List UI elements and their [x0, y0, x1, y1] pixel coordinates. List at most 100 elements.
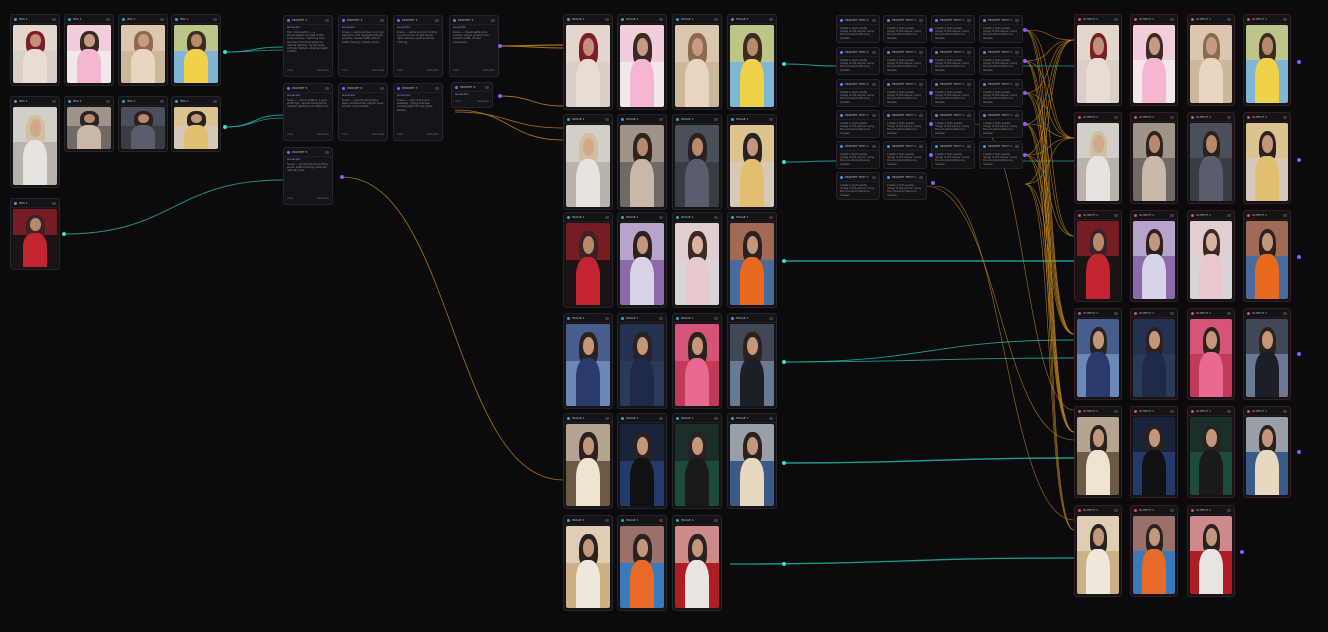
more-icon[interactable] [605, 518, 609, 522]
image-preview[interactable] [13, 25, 57, 83]
more-icon[interactable] [714, 117, 718, 121]
connection-wire[interactable] [1024, 29, 1075, 335]
image-preview[interactable] [1077, 417, 1119, 495]
more-icon[interactable] [1114, 409, 1118, 413]
prompt-text[interactable]: Create a high quality image of the perso… [887, 59, 923, 71]
generate-button[interactable]: Generate [427, 69, 439, 74]
node-header[interactable]: PROMPT TEXT 1 [884, 173, 926, 182]
node-header[interactable]: IMAGE 1 [564, 516, 612, 525]
prompt-text-node[interactable]: PROMPT TEXT 1 Create a high quality image… [836, 110, 880, 138]
more-icon[interactable] [872, 113, 876, 117]
more-icon[interactable] [659, 117, 663, 121]
prompt-body[interactable]: Scene — same woman in a cozy bedroom, so… [342, 31, 384, 66]
prompt-text[interactable]: Create a high quality image of the perso… [887, 184, 923, 196]
more-icon[interactable] [1015, 144, 1019, 148]
more-icon[interactable] [1114, 17, 1118, 21]
reference_images-node[interactable]: IMG 1 [118, 96, 168, 152]
batch_images-node[interactable]: IMAGE 1 [727, 114, 777, 210]
output-port[interactable] [62, 232, 66, 236]
connection-wire[interactable] [783, 63, 837, 67]
final_outputs-node[interactable]: OUTPUT 1 [1074, 505, 1122, 597]
mode-select[interactable]: Auto [453, 69, 459, 74]
image-preview[interactable] [620, 526, 664, 608]
prompt-text[interactable]: Create a high quality image of the perso… [935, 27, 971, 39]
generate-button[interactable]: Generate [317, 69, 329, 74]
output-port[interactable] [931, 181, 935, 185]
connection-wire[interactable] [499, 45, 564, 49]
image-preview[interactable] [174, 25, 218, 83]
connection-wire[interactable] [1024, 123, 1075, 139]
more-icon[interactable] [769, 17, 773, 21]
image-preview[interactable] [1246, 319, 1288, 397]
mode-select[interactable]: Auto [455, 100, 461, 105]
prompt-text-node[interactable]: PROMPT TEXT 1 Create a high quality image… [883, 79, 927, 107]
output-port[interactable] [782, 160, 786, 164]
more-icon[interactable] [1170, 17, 1174, 21]
prompt-generator-node[interactable]: PROMPT 5 Generate Scene — mirror selfie in… [283, 83, 333, 141]
generate-button[interactable]: Generate [483, 69, 495, 74]
image-preview[interactable] [1190, 123, 1232, 201]
final_outputs-node[interactable]: OUTPUT 1 [1187, 406, 1235, 498]
output-port[interactable] [1297, 158, 1301, 162]
node-header[interactable]: IMG 1 [172, 15, 220, 24]
node-header[interactable]: OUTPUT 1 [1244, 113, 1290, 122]
connection-wire[interactable] [1024, 39, 1075, 94]
more-icon[interactable] [605, 215, 609, 219]
image-preview[interactable] [566, 25, 610, 107]
prompt-body[interactable]: Scene — travel selfie at an outdoor venu… [453, 31, 495, 66]
image-preview[interactable] [1133, 25, 1175, 103]
output-port[interactable] [1297, 255, 1301, 259]
more-icon[interactable] [1170, 115, 1174, 119]
connection-wire[interactable] [783, 160, 837, 163]
node-header[interactable]: OUTPUT 1 [1188, 15, 1234, 24]
prompt-generator-node[interactable]: PROMPT 8 Generate Scene — landmarks around… [283, 147, 333, 205]
node-header[interactable]: OUTPUT 1 [1131, 15, 1177, 24]
output-port[interactable] [340, 175, 344, 179]
batch_images-node[interactable]: IMAGE 1 [672, 114, 722, 210]
batch_images-node[interactable]: IMAGE 1 [563, 515, 613, 611]
connection-wire[interactable] [1024, 154, 1075, 335]
batch_images-node[interactable]: IMAGE 1 [617, 212, 667, 308]
image-preview[interactable] [67, 25, 111, 83]
prompt-text[interactable]: Create a high quality image of the perso… [887, 153, 923, 165]
output-port[interactable] [1023, 59, 1027, 63]
more-icon[interactable] [769, 316, 773, 320]
final_outputs-node[interactable]: OUTPUT 1 [1130, 505, 1178, 597]
image-preview[interactable] [675, 25, 719, 107]
connection-wire[interactable] [1024, 183, 1075, 335]
node-header[interactable]: PROMPT TEXT 1 [980, 111, 1022, 120]
node-header[interactable]: PROMPT TEXT 1 [932, 80, 974, 89]
node-header[interactable]: OUTPUT 1 [1075, 506, 1121, 515]
connection-wire[interactable] [1024, 60, 1075, 531]
more-icon[interactable] [1114, 311, 1118, 315]
batch_images-node[interactable]: IMAGE 1 [617, 515, 667, 611]
image-preview[interactable] [675, 526, 719, 608]
more-icon[interactable] [435, 18, 439, 22]
image-preview[interactable] [174, 107, 218, 149]
mode-select[interactable]: Auto [342, 133, 348, 138]
prompt-text-node[interactable]: PROMPT TEXT 1 Create a high quality image… [836, 15, 880, 43]
more-icon[interactable] [106, 17, 110, 21]
more-icon[interactable] [106, 99, 110, 103]
connection-wire[interactable] [1024, 92, 1075, 335]
image-preview[interactable] [730, 223, 774, 305]
more-icon[interactable] [714, 518, 718, 522]
batch_images-node[interactable]: IMAGE 1 [727, 212, 777, 308]
reference_images-node[interactable]: IMG 1 [171, 14, 221, 86]
node-header[interactable]: IMAGE 1 [564, 314, 612, 323]
image-preview[interactable] [620, 125, 664, 207]
more-icon[interactable] [919, 175, 923, 179]
image-preview[interactable] [730, 324, 774, 406]
output-port[interactable] [1023, 28, 1027, 32]
prompt-text-node[interactable]: PROMPT TEXT 1 Create a high quality image… [836, 172, 880, 200]
generate-button[interactable]: Generate [372, 133, 384, 138]
image-preview[interactable] [566, 324, 610, 406]
more-icon[interactable] [769, 416, 773, 420]
node-header[interactable]: PROMPT TEXT 1 [884, 48, 926, 57]
connection-wire[interactable] [924, 185, 1075, 441]
prompt-body[interactable]: Scene — airport terminal walkway, rollin… [397, 99, 439, 130]
more-icon[interactable] [160, 17, 164, 21]
more-icon[interactable] [1227, 409, 1231, 413]
node-header[interactable]: IMAGE 1 [673, 516, 721, 525]
node-header[interactable]: OUTPUT 1 [1188, 407, 1234, 416]
